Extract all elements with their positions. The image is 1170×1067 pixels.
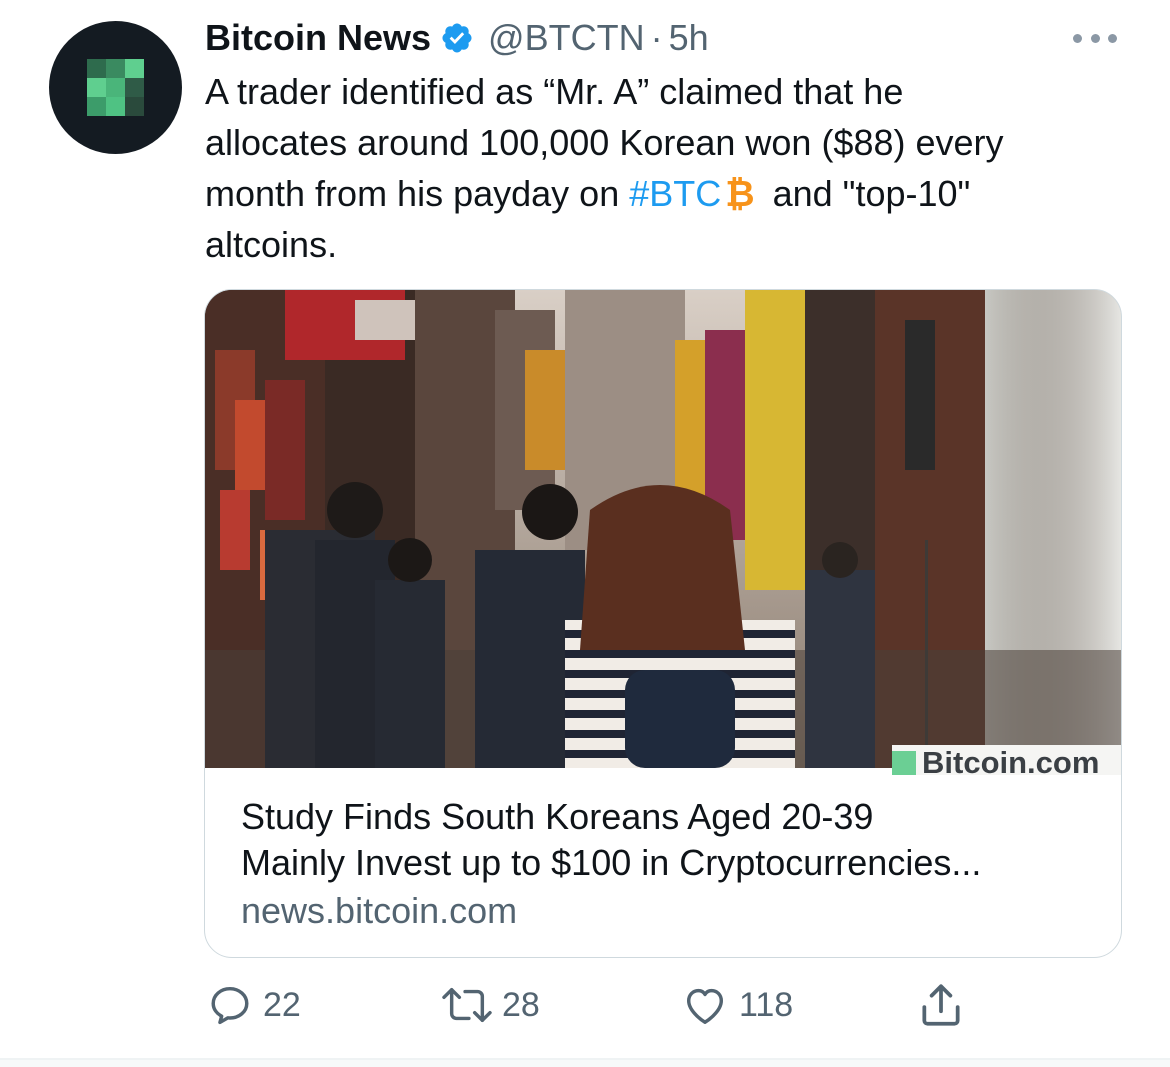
more-options-icon[interactable]	[1073, 28, 1117, 48]
card-body: Study Finds South Koreans Aged 20-39 Mai…	[241, 794, 1101, 934]
author-name[interactable]: Bitcoin News	[205, 17, 431, 59]
like-button[interactable]: 118	[681, 980, 793, 1030]
tweet-text-segment: and "top-10"	[772, 173, 971, 214]
tweet-action-bar: 22 28 118	[0, 980, 1170, 1030]
verified-badge-icon	[440, 21, 474, 55]
avatar[interactable]	[49, 21, 182, 154]
watermark-text: Bitcoin.com	[922, 745, 1100, 775]
image-watermark: Bitcoin.com	[892, 745, 1121, 775]
watermark-logo-icon	[892, 751, 916, 775]
tweet-text: A trader identified as “Mr. A” claimed t…	[205, 66, 1135, 270]
share-button[interactable]	[916, 980, 966, 1030]
retweet-count: 28	[502, 985, 540, 1024]
heart-icon	[686, 988, 724, 1024]
meta-separator: ·	[650, 17, 663, 58]
author-handle[interactable]: @BTCTN	[488, 17, 645, 59]
like-count: 118	[739, 985, 794, 1024]
link-preview-card[interactable]: Bitcoin.com Study Finds South Koreans Ag…	[204, 289, 1122, 958]
tweet-text-line: A trader identified as “Mr. A” claimed t…	[205, 71, 904, 112]
tweet-text-line: altcoins.	[205, 224, 338, 265]
next-tweet-edge	[0, 1060, 1170, 1067]
tweet-text-line: month from his payday on #BTC ₿ and "top-1…	[205, 168, 1135, 219]
hashtag-btc-link[interactable]: #BTC	[629, 173, 721, 214]
reply-count: 22	[263, 985, 301, 1024]
tweet-text-segment: month from his payday on	[205, 173, 620, 214]
reply-button[interactable]: 22	[207, 980, 301, 1030]
retweet-button[interactable]: 28	[438, 980, 540, 1030]
tweet-text-line: allocates around 100,000 Korean won ($88…	[205, 122, 1004, 163]
tweet-header: Bitcoin News @BTCTN · 5h	[205, 14, 709, 62]
card-title-line: Study Finds South Koreans Aged 20-39	[241, 796, 874, 837]
tweet-time[interactable]: 5h	[669, 17, 709, 59]
share-icon	[922, 984, 960, 1026]
article-image[interactable]	[205, 290, 1121, 768]
reply-icon	[211, 986, 249, 1025]
card-title-line: Mainly Invest up to $100 in Cryptocurren…	[241, 842, 982, 883]
bitcoin-symbol-icon: ₿	[725, 173, 755, 214]
card-domain: news.bitcoin.com	[241, 890, 518, 931]
retweet-icon	[442, 987, 492, 1023]
